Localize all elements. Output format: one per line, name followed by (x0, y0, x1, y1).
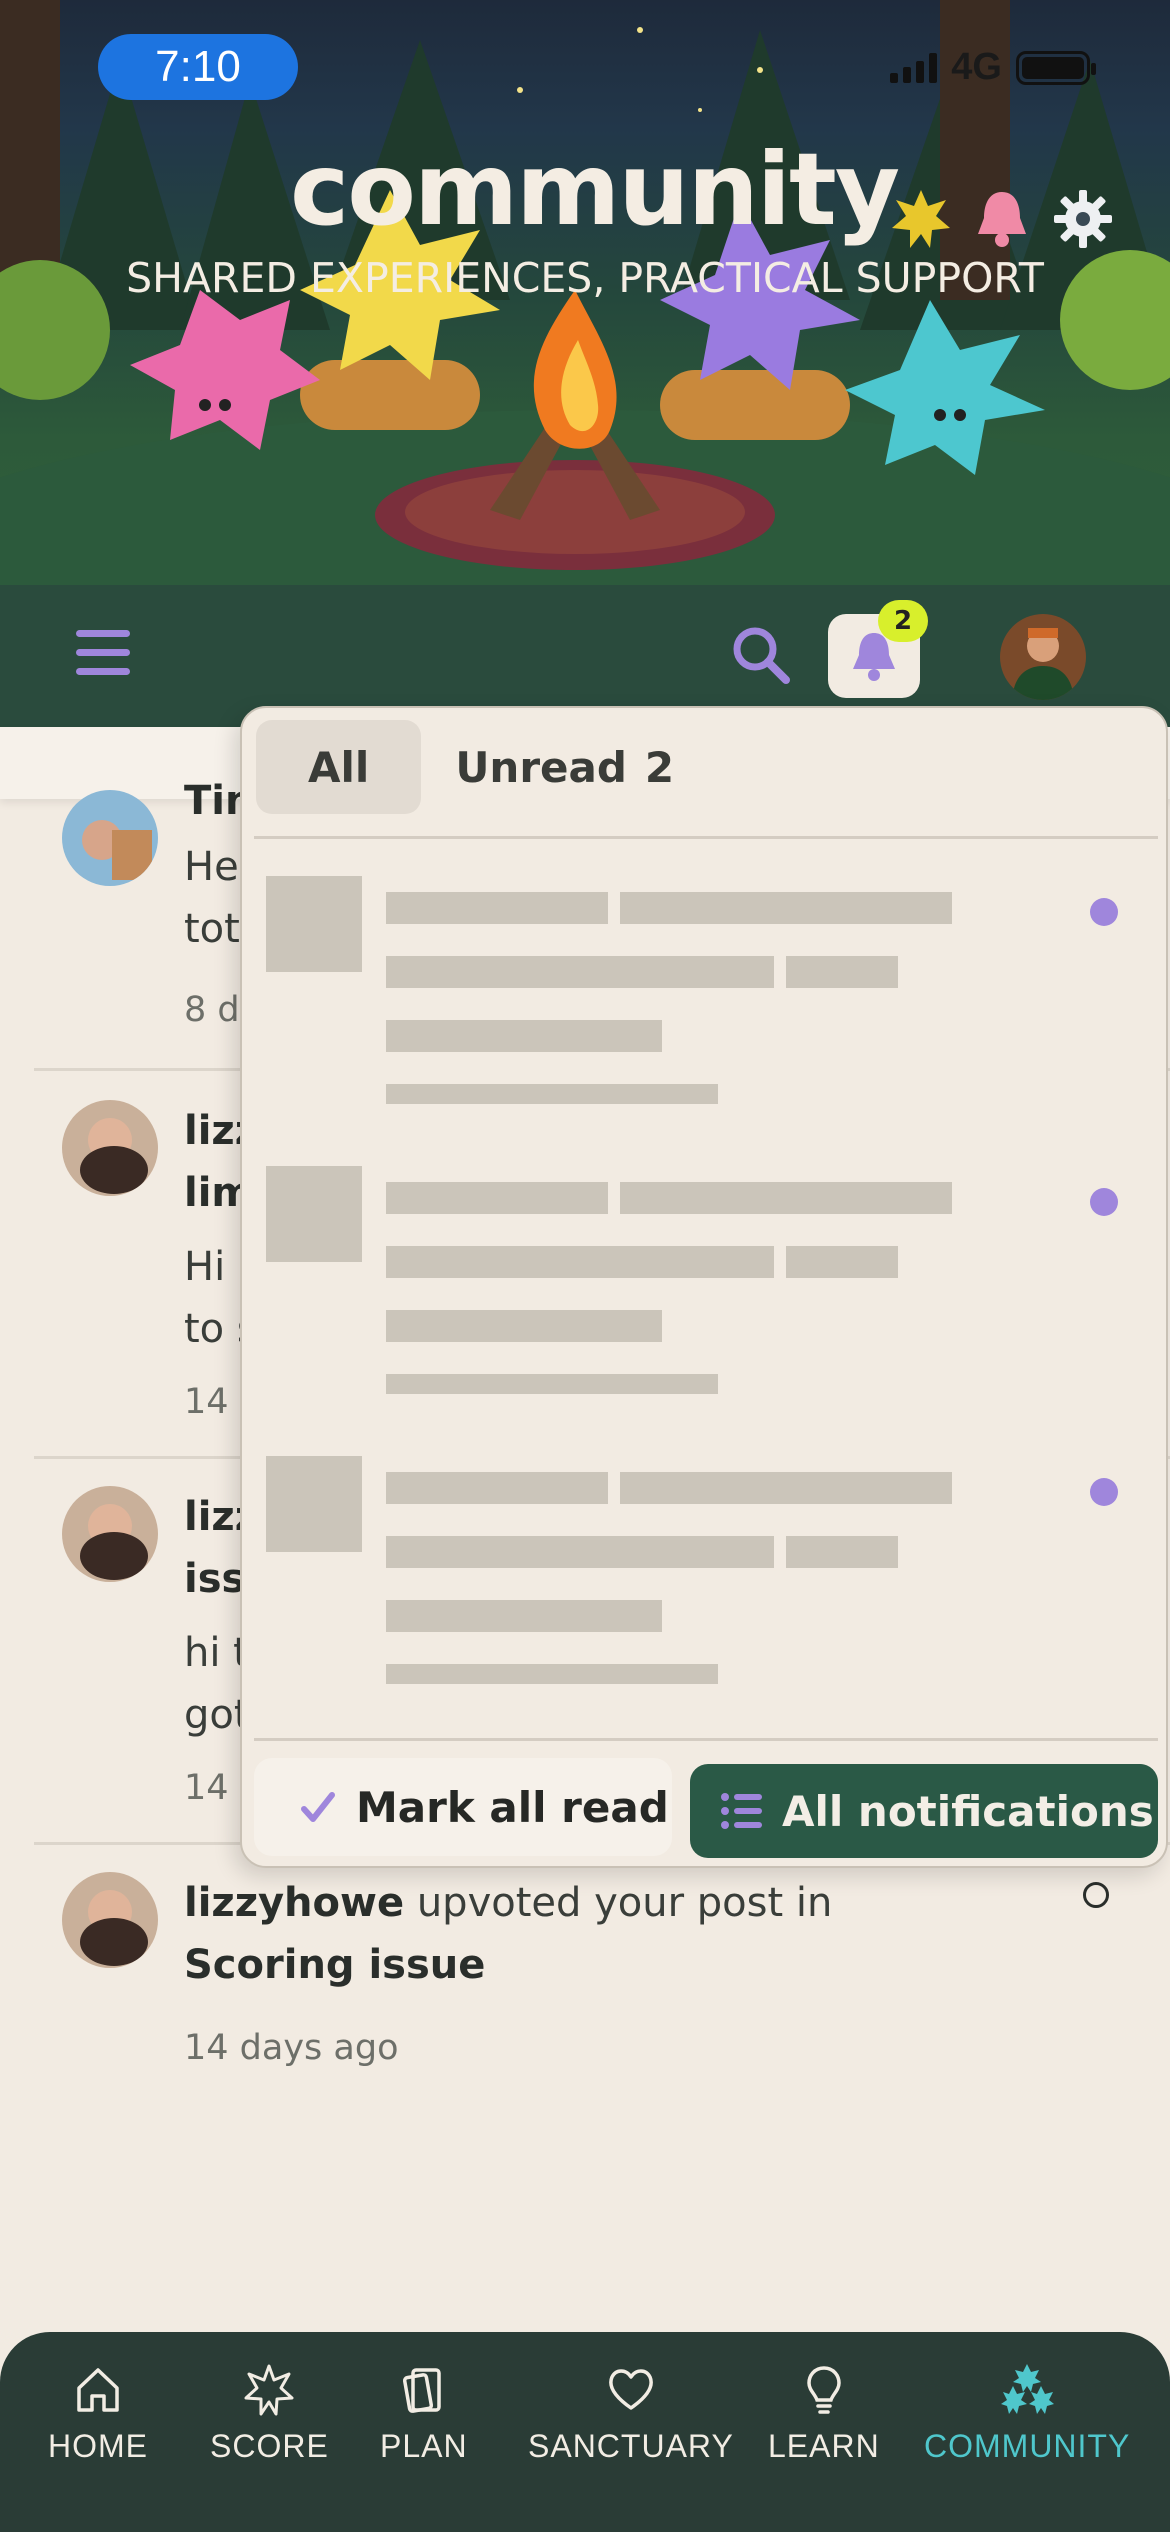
home-icon (77, 2368, 119, 2412)
status-indicators: 4G (890, 46, 1096, 89)
all-notifications-button[interactable]: All notifications (690, 1764, 1158, 1858)
plan-icon (402, 2368, 441, 2413)
notification-target[interactable]: Scoring issue (184, 1942, 485, 1988)
menu-icon[interactable] (70, 620, 136, 686)
nav-learn[interactable]: LEARN (768, 2362, 880, 2465)
gear-icon[interactable] (1052, 188, 1114, 250)
sun-icon[interactable] (890, 188, 952, 250)
skeleton-bar (386, 1020, 662, 1052)
notification-user: lizzyhowe (184, 1880, 405, 1926)
nav-sanctuary[interactable]: SANCTUARY (528, 2362, 734, 2465)
notification-skeleton (266, 1166, 1146, 1426)
skeleton-bar (386, 956, 774, 988)
tab-unread-count: 2 (644, 742, 675, 792)
skeleton-bar (386, 1310, 662, 1342)
unread-dot (1090, 898, 1118, 926)
notification-target: iss (184, 1556, 246, 1602)
user-avatar[interactable] (1000, 614, 1086, 700)
avatar (62, 1100, 158, 1196)
skeleton-bar (386, 1600, 662, 1632)
skeleton-bar (620, 892, 952, 924)
signal-icon (890, 52, 938, 83)
skeleton-bar (620, 1182, 952, 1214)
bottom-navigation: HOME SCORE PLAN SANCTUARY LEARN COMMUNIT… (0, 2332, 1170, 2532)
skeleton-bar (386, 892, 608, 924)
divider (254, 836, 1158, 839)
tab-all[interactable]: All (256, 720, 422, 814)
nav-sanctuary-label: SANCTUARY (528, 2428, 734, 2464)
notification-time: 8 d (184, 990, 240, 1030)
skeleton-bar (386, 1664, 718, 1684)
skeleton-thumb (266, 1166, 362, 1262)
nav-home[interactable]: HOME (48, 2362, 148, 2465)
notification-skeleton (266, 1456, 1146, 1716)
tab-all-label: All (308, 742, 370, 792)
heart-icon (609, 2369, 653, 2410)
notification-text: lizzyhowe upvoted your post in Scoring i… (184, 1872, 1004, 1996)
network-label: 4G (951, 46, 1002, 88)
mark-all-read-button[interactable]: Mark all read (254, 1758, 672, 1856)
notification-time: 14 days ago (184, 2028, 399, 2068)
nav-plan[interactable]: PLAN (380, 2362, 468, 2465)
nav-home-label: HOME (48, 2428, 148, 2464)
notification-count-badge: 2 (878, 600, 928, 642)
skeleton-bar (386, 1536, 774, 1568)
nav-score-label: SCORE (210, 2428, 329, 2464)
skeleton-bar (386, 1182, 608, 1214)
all-notifications-label: All notifications (782, 1786, 1154, 1836)
skeleton-bar (386, 1084, 718, 1104)
skeleton-bar (386, 1374, 718, 1394)
notification-skeleton (266, 876, 1146, 1136)
read-status-indicator[interactable] (1083, 1882, 1109, 1908)
check-icon (301, 1792, 335, 1822)
notification-action: upvoted your post in (404, 1880, 833, 1926)
notification-tabs: All Unread 2 (256, 720, 684, 814)
unread-dot (1090, 1478, 1118, 1506)
skeleton-bar (786, 1536, 898, 1568)
unread-dot (1090, 1188, 1118, 1216)
skeleton-thumb (266, 1456, 362, 1552)
page-title: community (290, 131, 900, 248)
skeleton-bar (386, 1472, 608, 1504)
hero-icons (890, 188, 1114, 250)
notifications-dropdown: All Unread 2 Mark all read All notificat… (240, 706, 1168, 1868)
mark-all-read-label: Mark all read (356, 1782, 669, 1832)
avatar (62, 1486, 158, 1582)
bell-icon[interactable] (974, 188, 1030, 250)
nav-community-label: COMMUNITY (924, 2428, 1131, 2464)
score-icon (244, 2364, 294, 2416)
page-subtitle: SHARED EXPERIENCES, PRACTICAL SUPPORT (126, 254, 1044, 302)
lightbulb-icon (807, 2366, 841, 2414)
divider (254, 1738, 1158, 1741)
search-icon[interactable] (728, 622, 794, 688)
battery-icon (1016, 50, 1096, 85)
status-time: 7:10 (98, 34, 298, 100)
avatar (62, 790, 158, 886)
tab-unread-label: Unread (455, 742, 627, 792)
skeleton-bar (786, 1246, 898, 1278)
skeleton-bar (620, 1472, 952, 1504)
nav-score[interactable]: SCORE (210, 2362, 329, 2465)
skeleton-bar (386, 1246, 774, 1278)
list-icon (721, 1793, 762, 1829)
tab-unread[interactable]: Unread 2 (445, 720, 684, 814)
nav-learn-label: LEARN (768, 2428, 880, 2464)
community-icon (1001, 2364, 1055, 2414)
skeleton-bar (786, 956, 898, 988)
hero-banner: 7:10 4G community SHARED EXPERIENCES, PR… (0, 0, 1170, 585)
avatar (62, 1872, 158, 1968)
skeleton-thumb (266, 876, 362, 972)
nav-plan-label: PLAN (380, 2428, 468, 2464)
nav-community[interactable]: COMMUNITY (924, 2362, 1130, 2465)
